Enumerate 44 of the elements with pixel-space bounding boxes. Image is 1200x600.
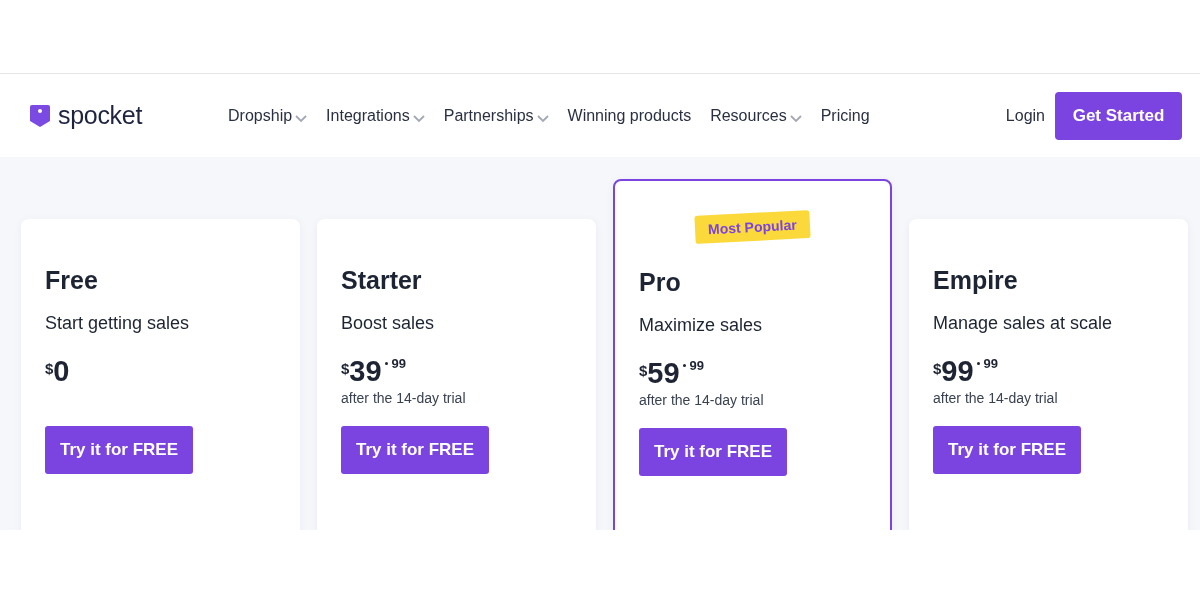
trial-note: after the 14-day trial — [639, 391, 765, 410]
chevron-down-icon — [536, 114, 549, 123]
logo-wordmark[interactable]: spocket — [58, 101, 143, 130]
currency-symbol: $ — [933, 360, 942, 377]
nav-link[interactable]: Integrations — [326, 106, 425, 125]
price-cents: 99 — [391, 356, 407, 371]
try-free-button[interactable]: Try it for FREE — [639, 428, 787, 476]
price-amount: 0 — [53, 354, 70, 388]
plan-name: Pro — [639, 267, 682, 298]
currency-symbol: $ — [45, 360, 54, 377]
plan-tagline: Start getting sales — [45, 312, 191, 335]
plan-tagline: Boost sales — [341, 312, 436, 335]
plan-name: Free — [45, 265, 99, 296]
get-started-button[interactable]: Get Started — [1055, 91, 1182, 140]
price-amount: 59 — [647, 356, 680, 390]
nav-link[interactable]: Winning products — [567, 106, 692, 125]
nav-link[interactable]: Pricing — [820, 106, 870, 125]
price-cents: 99 — [689, 358, 705, 373]
decimal-dot — [682, 364, 686, 367]
price-amount: 39 — [349, 354, 382, 388]
bag-icon — [28, 103, 52, 128]
try-free-button[interactable]: Try it for FREE — [341, 426, 489, 474]
popular-badge: Most Popular — [694, 210, 811, 244]
plan-name: Empire — [933, 265, 1019, 296]
try-free-button[interactable]: Try it for FREE — [45, 426, 193, 474]
login-link[interactable]: Login — [1005, 106, 1045, 125]
chevron-down-icon — [789, 114, 802, 123]
price-cents: 99 — [983, 356, 999, 371]
plan-tagline: Manage sales at scale — [933, 312, 1114, 335]
trial-note: after the 14-day trial — [341, 389, 467, 408]
nav-link[interactable]: Partnerships — [443, 106, 549, 125]
decimal-dot — [384, 362, 388, 365]
chevron-down-icon — [412, 114, 425, 123]
currency-symbol: $ — [639, 362, 648, 379]
try-free-button[interactable]: Try it for FREE — [933, 426, 1081, 474]
chevron-down-icon — [295, 114, 308, 123]
currency-symbol: $ — [341, 360, 350, 377]
nav-link[interactable]: Resources — [710, 106, 802, 125]
plan-tagline: Maximize sales — [639, 314, 764, 337]
decimal-dot — [976, 362, 980, 365]
plan-name: Starter — [341, 265, 423, 296]
trial-note: after the 14-day trial — [933, 389, 1059, 408]
nav-link[interactable]: Dropship — [228, 106, 308, 125]
price-amount: 99 — [941, 354, 974, 388]
